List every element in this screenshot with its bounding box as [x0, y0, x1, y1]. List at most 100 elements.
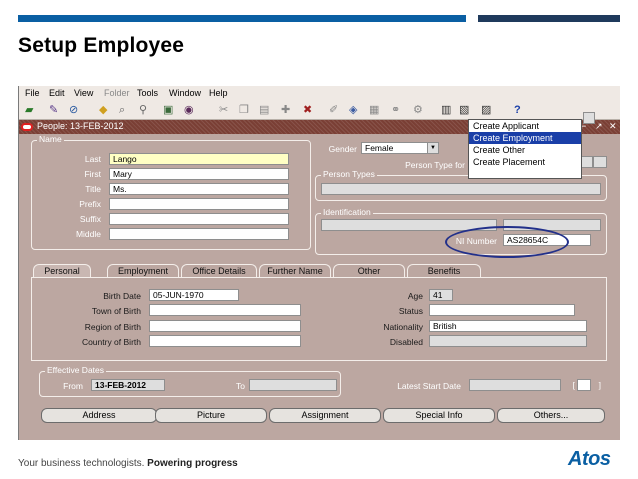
tab-benefits[interactable]: Benefits [407, 264, 481, 278]
latest-start-date-label: Latest Start Date [397, 381, 461, 391]
translations-icon[interactable]: ▦ [369, 103, 379, 117]
tab-office-details[interactable]: Office Details [181, 264, 257, 278]
flag-checkbox[interactable] [577, 379, 591, 391]
menu-help[interactable]: Help [209, 88, 228, 98]
new-record-icon[interactable]: ✚ [281, 103, 290, 117]
folder-tools-icon[interactable]: ⚙ [413, 103, 423, 117]
zoom-icon[interactable]: ◈ [349, 103, 357, 117]
oracle-forms-window: File Edit View Folder Tools Window Help … [18, 86, 620, 440]
nationality-label: Nationality [383, 322, 423, 332]
birth-date-field[interactable]: 05-JUN-1970 [149, 289, 239, 301]
prefix-field[interactable] [109, 198, 289, 210]
attachments-icon[interactable]: ⚭ [391, 103, 400, 117]
attach-icon[interactable]: ⚲ [139, 103, 147, 117]
middle-label: Middle [75, 229, 101, 239]
prefix-label: Prefix [79, 199, 101, 209]
bracket-right: ] [598, 380, 601, 390]
gender-label: Gender [328, 144, 357, 154]
footer-tagline: Your business technologists. Powering pr… [18, 458, 238, 469]
paste-icon[interactable]: ▤ [259, 103, 269, 117]
address-button[interactable]: Address [41, 408, 157, 423]
create-applicant-item[interactable]: Create Applicant [469, 120, 581, 132]
header-accent-bar-dark [478, 15, 620, 22]
menu-folder: Folder [104, 88, 130, 98]
save-icon[interactable]: ▰ [25, 103, 33, 117]
header-accent-bar [18, 15, 466, 22]
footer-bold: Powering progress [147, 458, 238, 469]
latest-start-date-field[interactable] [469, 379, 561, 391]
birth-date-label: Birth Date [103, 291, 141, 301]
town-of-birth-label: Town of Birth [91, 306, 141, 316]
from-date-field[interactable]: 13-FEB-2012 [91, 379, 165, 391]
from-label: From [63, 381, 83, 391]
last-label: Last [84, 154, 101, 164]
close-icon[interactable]: ✕ [609, 121, 617, 132]
person-type-label: Person Type for [405, 160, 465, 170]
title-field[interactable]: Ms. [109, 183, 289, 195]
menu-file[interactable]: File [25, 88, 40, 98]
find-icon[interactable]: ⌕ [119, 103, 125, 117]
menu-edit[interactable]: Edit [49, 88, 65, 98]
cut-icon[interactable]: ✂ [219, 103, 228, 117]
edit-field-icon[interactable]: ✐ [329, 103, 338, 117]
delete-icon[interactable]: ✖ [303, 103, 312, 117]
suffix-label: Suffix [79, 214, 101, 224]
copy-icon[interactable]: ❐ [239, 103, 249, 117]
menu-tools[interactable]: Tools [137, 88, 158, 98]
region-of-birth-label: Region of Birth [84, 322, 141, 332]
create-placement-item[interactable]: Create Placement [469, 156, 581, 168]
person-type-lov[interactable] [593, 156, 607, 168]
create-other-item[interactable]: Create Other [469, 144, 581, 156]
region-of-birth-field[interactable] [149, 320, 301, 332]
age-field: 41 [429, 289, 453, 301]
translation-icon[interactable]: ◉ [184, 103, 194, 117]
next-icon[interactable]: ✎ [49, 103, 58, 117]
others-button[interactable]: Others... [497, 408, 605, 423]
middle-name-field[interactable] [109, 228, 289, 240]
folder-icon[interactable]: ◆ [99, 103, 107, 117]
picture-button[interactable]: Picture [155, 408, 267, 423]
cascade-icon[interactable]: ▧ [459, 103, 469, 117]
disabled-field[interactable] [429, 335, 587, 347]
dropdown-scroll[interactable] [583, 112, 595, 124]
person-types-title: Person Types [321, 169, 377, 179]
gender-value: Female [365, 143, 394, 153]
create-employment-item[interactable]: Create Employment [469, 132, 581, 144]
last-name-field[interactable]: Lango [109, 153, 289, 165]
nationality-field[interactable]: British [429, 320, 587, 332]
personal-tab-panel [31, 277, 607, 361]
gender-select[interactable]: Female ▼ [361, 142, 439, 154]
bracket-left: [ [572, 380, 575, 390]
tile-icon[interactable]: ▨ [481, 103, 491, 117]
help-icon[interactable]: ? [514, 103, 521, 117]
suffix-field[interactable] [109, 213, 289, 225]
print-icon[interactable]: ▣ [163, 103, 173, 117]
tab-other[interactable]: Other [333, 264, 405, 278]
first-name-field[interactable]: Mary [109, 168, 289, 180]
menu-bar: File Edit View Folder Tools Window Help [19, 86, 620, 100]
country-of-birth-field[interactable] [149, 335, 301, 347]
tab-further-name[interactable]: Further Name [259, 264, 331, 278]
switch-icon[interactable]: ⊘ [69, 103, 78, 117]
tab-personal[interactable]: Personal [33, 264, 91, 278]
name-frame-title: Name [37, 134, 64, 144]
tab-employment[interactable]: Employment [107, 264, 179, 278]
to-label: To [236, 381, 245, 391]
window-icon[interactable]: ▥ [441, 103, 451, 117]
special-info-button[interactable]: Special Info [383, 408, 495, 423]
to-date-field[interactable] [249, 379, 337, 391]
window-title: People: 13-FEB-2012 [37, 121, 124, 131]
title-label: Title [85, 184, 101, 194]
status-field[interactable] [429, 304, 575, 316]
town-of-birth-field[interactable] [149, 304, 301, 316]
identification-title: Identification [321, 207, 373, 217]
maximize-icon[interactable]: ↗ [595, 121, 603, 132]
menu-window[interactable]: Window [169, 88, 201, 98]
first-label: First [84, 169, 101, 179]
person-types-field[interactable] [321, 183, 601, 195]
status-label: Status [398, 306, 423, 316]
menu-view[interactable]: View [74, 88, 93, 98]
atos-logo: Atos [568, 448, 611, 470]
window-icon-red [21, 123, 33, 131]
assignment-button[interactable]: Assignment [269, 408, 381, 423]
